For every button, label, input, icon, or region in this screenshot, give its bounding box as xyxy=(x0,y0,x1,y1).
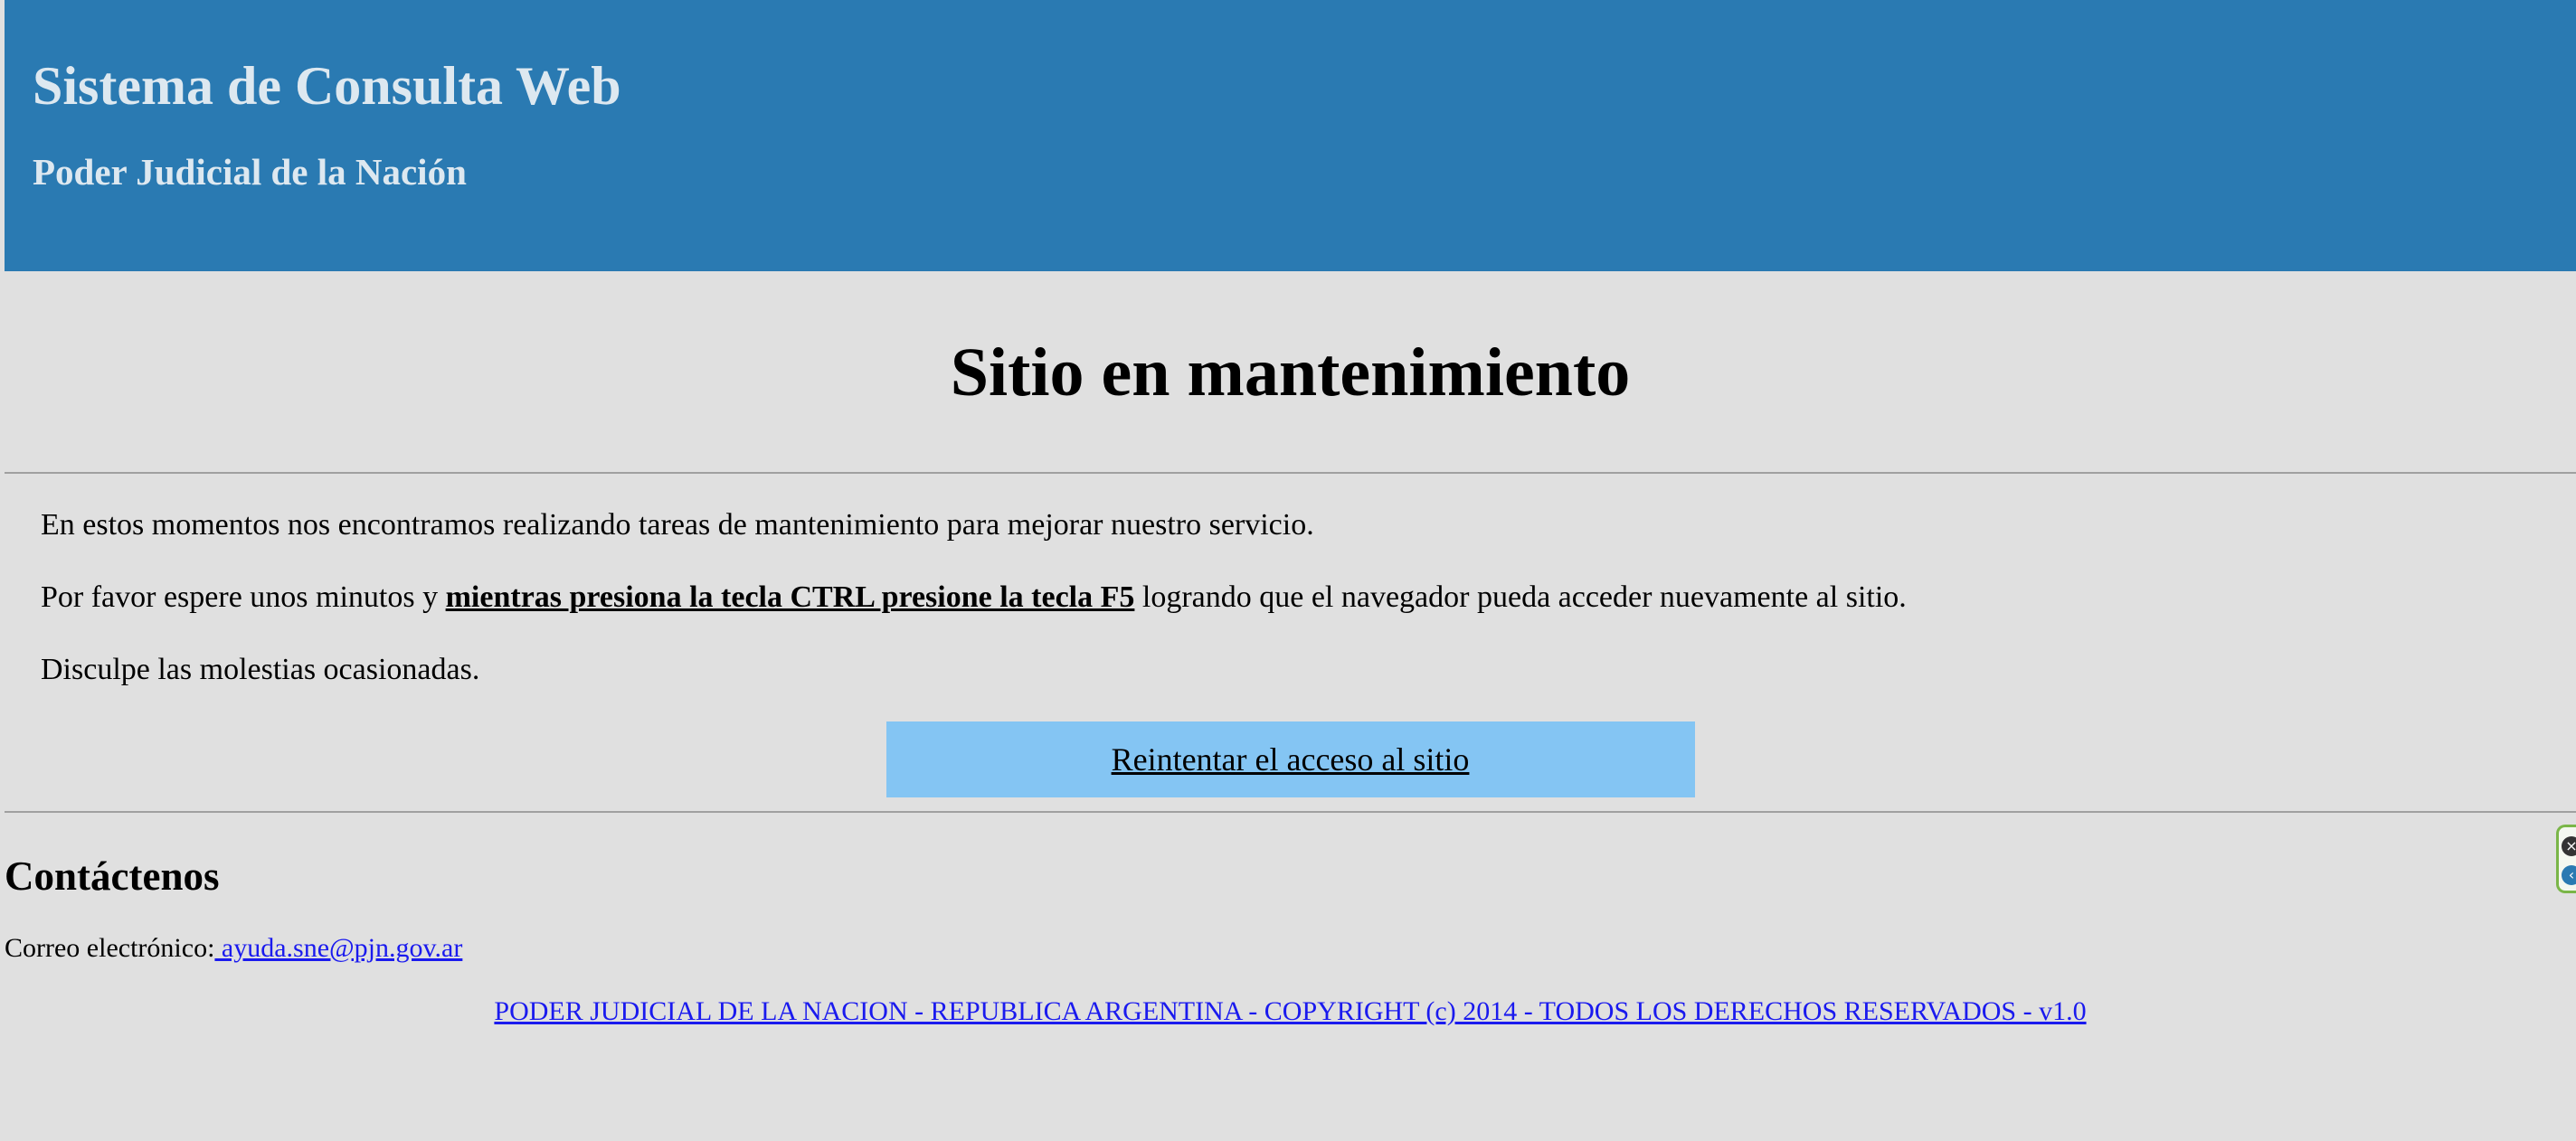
message-paragraph-1: En estos momentos nos encontramos realiz… xyxy=(41,508,1314,542)
footer: PODER JUDICIAL DE LA NACION - REPUBLICA … xyxy=(5,994,2576,1030)
message-paragraph-2-prefix: Por favor espere unos minutos y xyxy=(41,580,446,614)
message-paragraph-2: Por favor espere unos minutos y mientras… xyxy=(41,575,2576,620)
close-icon[interactable]: × xyxy=(2562,836,2576,856)
email-label: Correo electrónico: xyxy=(5,933,215,963)
maintenance-message: En estos momentos nos encontramos realiz… xyxy=(5,474,2576,693)
site-subtitle: Poder Judicial de la Nación xyxy=(33,151,467,193)
message-paragraph-2-suffix: logrando que el navegador pueda acceder … xyxy=(1134,580,1907,614)
page: Sistema de Consulta Web Poder Judicial d… xyxy=(0,0,2576,1141)
keyboard-instruction: mientras presiona la tecla CTRL presione… xyxy=(445,580,1135,614)
message-paragraph-3: Disculpe las molestias ocasionadas. xyxy=(41,653,480,686)
maintenance-title: Sitio en mantenimiento xyxy=(950,335,1631,410)
contact-email-line: Correo electrónico: ayuda.sne@pjn.gov.ar xyxy=(5,930,2576,967)
site-title: Sistema de Consulta Web xyxy=(33,56,621,116)
expand-icon[interactable]: ‹ xyxy=(2562,865,2576,885)
retry-button[interactable]: Reintentar el acceso al sitio xyxy=(886,721,1695,797)
email-link[interactable]: ayuda.sne@pjn.gov.ar xyxy=(214,933,462,963)
edge-widget: × ‹ xyxy=(2556,825,2576,893)
retry-container: Reintentar el acceso al sitio xyxy=(5,720,2576,811)
site-header: Sistema de Consulta Web Poder Judicial d… xyxy=(5,0,2576,271)
contact-title: Contáctenos xyxy=(5,853,220,899)
copyright-link[interactable]: PODER JUDICIAL DE LA NACION - REPUBLICA … xyxy=(494,996,2086,1026)
